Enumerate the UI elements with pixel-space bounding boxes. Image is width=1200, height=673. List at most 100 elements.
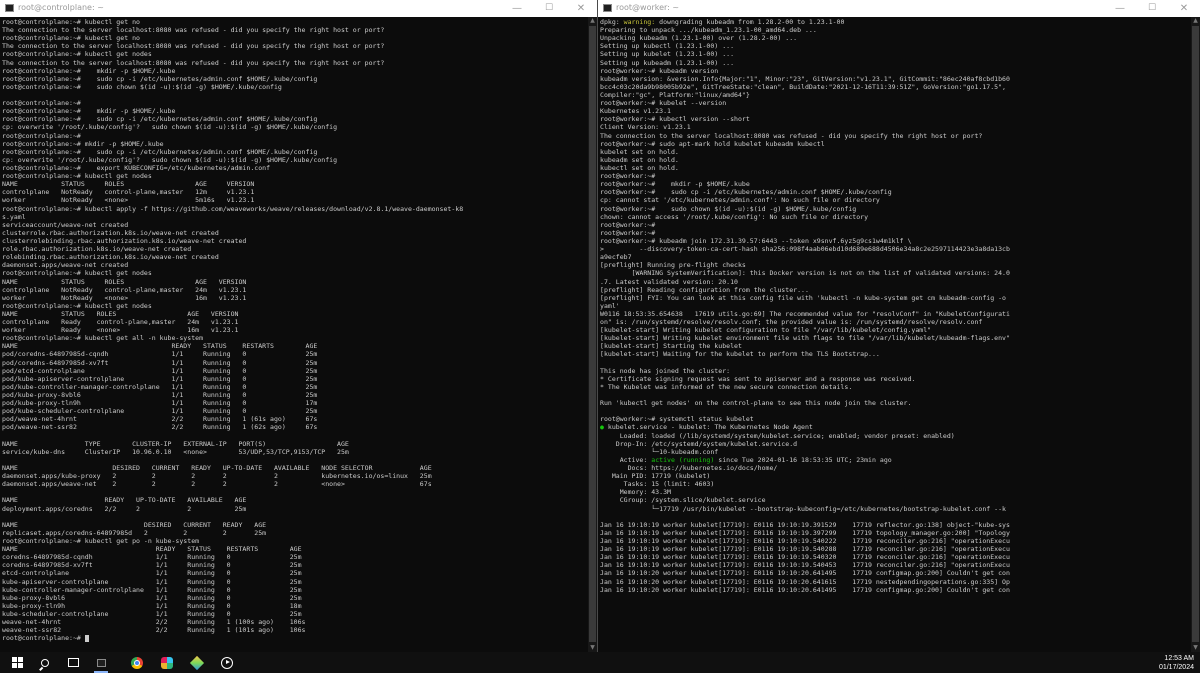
terminal-line: root@controlplane:~# kubectl get nodes xyxy=(2,172,152,181)
worker-terminal-window[interactable]: root@worker: ~ — ☐ ✕ dpkg: warning: down… xyxy=(598,0,1200,652)
terminal-line: W0116 18:53:35.654638 17619 utils.go:69]… xyxy=(600,309,1010,318)
slack-icon[interactable] xyxy=(154,652,180,673)
media-player-icon[interactable] xyxy=(214,652,240,673)
terminal-line: clusterrolebinding.rbac.authorization.k8… xyxy=(2,236,247,245)
terminal-line: root@controlplane:~# sudo cp -i /etc/kub… xyxy=(2,115,318,124)
terminal-line: └─10-kubeadm.conf xyxy=(600,447,719,456)
clock-time: 12:53 AM xyxy=(1164,655,1194,662)
terminal-line: [preflight] FYI: You can look at this co… xyxy=(600,293,1006,302)
terminal-line: Jan 16 19:10:20 worker kubelet[17719]: E… xyxy=(600,585,1010,594)
terminal-line: controlplane NotReady control-plane,mast… xyxy=(2,188,255,197)
minimize-button[interactable]: — xyxy=(1104,0,1136,17)
terminal-line: kubeadm set on hold. xyxy=(600,155,679,164)
terminal-line: Setting up kubeadm (1.23.1-00) ... xyxy=(600,58,735,67)
terminal-line: clusterrole.rbac.authorization.k8s.io/we… xyxy=(2,228,219,237)
terminal-line: The connection to the server localhost:8… xyxy=(2,26,385,35)
search-icon[interactable] xyxy=(32,652,58,673)
window-title: root@worker: ~ xyxy=(616,3,680,12)
terminal-line: a9ecfeb7 xyxy=(600,253,632,262)
terminal-line: s.yaml xyxy=(2,212,26,221)
terminal-line: bcc4c03c20da9b98005b92e", GitTreeState:"… xyxy=(600,82,1006,91)
scroll-down-arrow-icon[interactable]: ▼ xyxy=(1191,644,1200,652)
title-bar[interactable]: root@worker: ~ — ☐ ✕ xyxy=(598,0,1200,17)
terminal-line: replicaset.apps/coredns-64897985d 2 2 2 … xyxy=(2,528,267,537)
terminal-line: root@worker:~# systemctl status kubelet xyxy=(600,415,754,424)
terminal-line: service/kube-dns ClusterIP 10.96.0.10 <n… xyxy=(2,447,349,456)
terminal-line: [kubelet-start] Writing kubelet configur… xyxy=(600,326,932,335)
active-status-badge: active (running) xyxy=(651,455,715,464)
terminal-output[interactable]: root@controlplane:~# kubectl get no The c… xyxy=(2,18,587,652)
terminal-line: controlplane NotReady control-plane,mast… xyxy=(2,285,247,294)
terminal-line: root@controlplane:~# sudo cp -i /etc/kub… xyxy=(2,147,318,156)
terminal-line: root@controlplane:~# xyxy=(2,99,81,108)
terminal-line: Jan 16 19:10:19 worker kubelet[17719]: E… xyxy=(600,545,1010,554)
terminal-line: chown: cannot access '/root/.kube/config… xyxy=(600,212,869,221)
terminal-line: NAME STATUS ROLES AGE VERSION xyxy=(2,277,247,286)
terminal-line: NAME STATUS ROLES AGE VERSION xyxy=(2,309,239,318)
terminal-line: root@worker:~# xyxy=(600,228,656,237)
controlplane-terminal-window[interactable]: root@controlplane: ~ — ☐ ✕ root@controlp… xyxy=(0,0,597,652)
terminal-line: └─17719 /usr/bin/kubelet --bootstrap-kub… xyxy=(600,504,1006,513)
terminal-line: Run 'kubectl get nodes' on the control-p… xyxy=(600,399,912,408)
terminal-line: root@controlplane:~# kubectl get nodes xyxy=(2,50,152,59)
terminal-line: weave-net-4hrnt 2/2 Running 1 (100s ago)… xyxy=(2,618,306,627)
maximize-button[interactable]: ☐ xyxy=(533,0,565,17)
terminal-app-icon[interactable] xyxy=(88,652,114,673)
taskbar: 12:53 AM 01/17/2024 xyxy=(0,652,1200,673)
terminal-line: NAME DESIRED CURRENT READY UP-TO-DATE AV… xyxy=(2,464,432,473)
system-clock[interactable]: 12:53 AM 01/17/2024 xyxy=(1159,654,1194,672)
terminal-line: root@controlplane:~# kubectl get no xyxy=(2,18,140,26)
terminal-line: daemonset.apps/weave-net 2 2 2 2 2 <none… xyxy=(2,480,432,489)
terminal-line: * The Kubelet was informed of the new se… xyxy=(600,382,853,391)
terminal-line: NAME READY STATUS RESTARTS AGE xyxy=(2,342,318,351)
title-bar[interactable]: root@controlplane: ~ — ☐ ✕ xyxy=(0,0,597,17)
active-status-line: Active: active (running) since Tue 2024-… xyxy=(600,455,892,464)
scroll-up-arrow-icon[interactable]: ▲ xyxy=(1191,17,1200,25)
terminal-line: serviceaccount/weave-net created xyxy=(2,220,129,229)
close-button[interactable]: ✕ xyxy=(565,0,597,17)
terminal-line: Docs: https://kubernetes.io/docs/home/ xyxy=(600,464,778,473)
terminal-line: Jan 16 19:10:20 worker kubelet[17719]: E… xyxy=(600,569,1010,578)
terminal-line: [kubelet-start] Starting the kubelet xyxy=(600,342,742,351)
terminal-line: Unpacking kubeadm (1.23.1-00) over (1.28… xyxy=(600,34,798,43)
terminal-line: Jan 16 19:10:19 worker kubelet[17719]: E… xyxy=(600,537,1010,545)
terminal-output[interactable]: dpkg: warning: downgrading kubeadm from … xyxy=(600,18,1190,652)
gem-app-icon[interactable] xyxy=(184,652,210,673)
terminal-line: root@worker:~# sudo apt-mark hold kubele… xyxy=(600,139,825,148)
task-view-icon[interactable] xyxy=(60,652,86,673)
clock-date: 01/17/2024 xyxy=(1158,664,1194,671)
scrollbar-thumb[interactable] xyxy=(589,26,596,642)
terminal-line: [WARNING SystemVerification]: this Docke… xyxy=(600,269,1010,278)
scrollbar-thumb[interactable] xyxy=(1192,26,1199,642)
chrome-icon[interactable] xyxy=(124,652,150,673)
terminal-line: Tasks: 15 (limit: 4603) xyxy=(600,480,715,489)
scroll-up-arrow-icon[interactable]: ▲ xyxy=(588,17,597,25)
terminal-line: NAME DESIRED CURRENT READY AGE xyxy=(2,520,267,529)
minimize-button[interactable]: — xyxy=(501,0,533,17)
terminal-line: root@controlplane:~# kubectl get nodes xyxy=(2,269,152,278)
terminal-line: Jan 16 19:10:19 worker kubelet[17719]: E… xyxy=(600,528,1010,537)
terminal-line: cp: overwrite '/root/.kube/config'? sudo… xyxy=(2,123,338,132)
terminal-line: * Certificate signing request was sent t… xyxy=(600,374,916,383)
terminal-line: root@controlplane:~# kubectl get po -n k… xyxy=(2,537,200,545)
maximize-button[interactable]: ☐ xyxy=(1136,0,1168,17)
terminal-line: Memory: 43.3M xyxy=(600,488,671,497)
terminal-line: root@controlplane:~# xyxy=(2,131,81,140)
close-button[interactable]: ✕ xyxy=(1168,0,1200,17)
terminal-line: kube-proxy-8vbl6 1/1 Running 0 25m xyxy=(2,593,302,602)
windows-start-icon[interactable] xyxy=(4,652,30,673)
terminal-line: on" is: /run/systemd/resolve/resolv.conf… xyxy=(600,318,983,327)
terminal-line: controlplane Ready control-plane,master … xyxy=(2,318,239,327)
scroll-down-arrow-icon[interactable]: ▼ xyxy=(588,644,597,652)
dpkg-warning-line: dpkg: warning: downgrading kubeadm from … xyxy=(600,18,845,26)
terminal-line: root@worker:~# kubeadm version xyxy=(600,66,719,75)
terminal-line: kubeadm version: &version.Info{Major:"1"… xyxy=(600,74,1010,83)
terminal-line: worker Ready <none> 16m v1.23.1 xyxy=(2,326,239,335)
terminal-line: [preflight] Reading configuration from t… xyxy=(600,285,809,294)
terminal-icon xyxy=(603,4,612,12)
terminal-line: kubectl set on hold. xyxy=(600,163,679,172)
